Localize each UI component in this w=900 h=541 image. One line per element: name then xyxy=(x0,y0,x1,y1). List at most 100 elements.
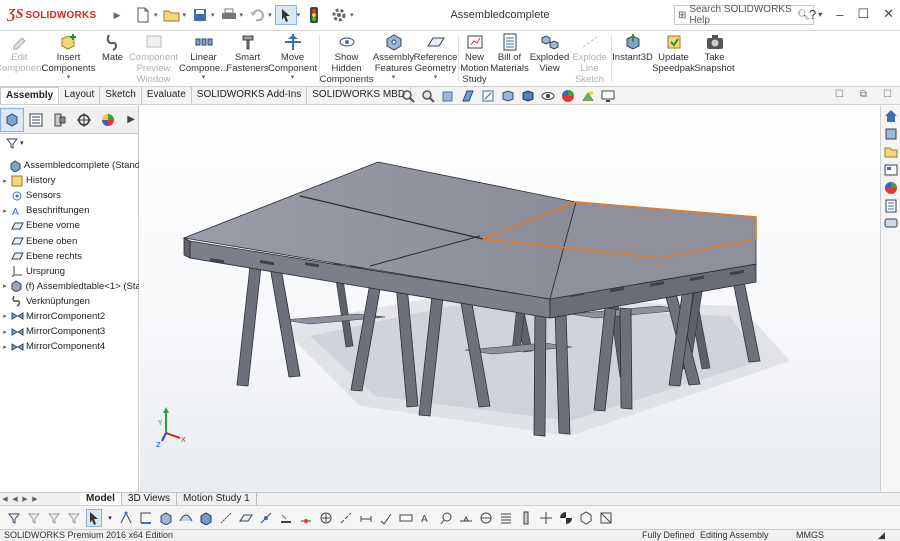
first-tab-icon[interactable]: ◀ xyxy=(0,495,10,503)
appearances-icon[interactable] xyxy=(883,180,899,196)
filter-blocks-icon[interactable] xyxy=(598,509,614,527)
dropdown-arrow-icon[interactable]: ▾ xyxy=(67,74,71,81)
filter-surface-finish-icon[interactable] xyxy=(378,509,394,527)
display-manager-tab-icon[interactable] xyxy=(96,108,120,132)
bottom-tab-motion-study-1[interactable]: Motion Study 1 xyxy=(177,493,257,505)
viewport-restore-icon[interactable]: ☐ xyxy=(835,89,844,100)
filter-center-marks-icon[interactable] xyxy=(318,509,334,527)
assembly-features-button[interactable]: Assembly Features ▾ xyxy=(373,31,415,86)
view-settings-icon[interactable] xyxy=(600,89,616,103)
filter-edges-icon[interactable] xyxy=(138,509,154,527)
options-gear-icon[interactable] xyxy=(328,5,350,25)
tree-item[interactable]: ▸ MirrorComponent2 xyxy=(0,309,139,324)
insert-components-button[interactable]: Insert Components ▾ xyxy=(40,31,98,86)
bottom-tab-model[interactable]: Model xyxy=(80,493,122,505)
filter-vertices-icon[interactable] xyxy=(118,509,134,527)
filter-weld-symbols-icon[interactable] xyxy=(458,509,474,527)
filter-toolbar-icon[interactable] xyxy=(6,509,22,527)
more-tabs-icon[interactable]: ▶ xyxy=(127,114,135,125)
filter-axes-icon[interactable] xyxy=(218,509,234,527)
help-search-input[interactable]: ⊞ Search SOLIDWORKS Help 🔍︎ xyxy=(674,4,814,26)
view-orientation-icon[interactable] xyxy=(500,89,516,103)
exploded-view-button[interactable]: Exploded View xyxy=(530,31,570,86)
filter-notes-icon[interactable]: A xyxy=(418,509,434,527)
hide-show-items-icon[interactable] xyxy=(540,89,556,103)
propertymanager-tab-icon[interactable] xyxy=(24,108,48,132)
previous-view-icon[interactable] xyxy=(440,89,456,103)
tree-item[interactable]: Sensors xyxy=(0,188,139,203)
filter-sketch-points-icon[interactable] xyxy=(258,509,274,527)
design-library-icon[interactable] xyxy=(883,126,899,142)
unit-system[interactable]: MMGS xyxy=(796,530,824,540)
solidworks-resources-icon[interactable] xyxy=(883,108,899,124)
solidworks-logo[interactable]: ƷS SOLIDWORKS xyxy=(0,7,112,23)
tree-item[interactable]: Verknüpfungen xyxy=(0,294,139,309)
reference-geometry-button[interactable]: Reference Geometry ▾ xyxy=(414,31,457,86)
file-explorer-icon[interactable] xyxy=(883,144,899,160)
tab-evaluate[interactable]: Evaluate xyxy=(142,87,192,104)
new-dropdown-icon[interactable]: ▾ xyxy=(154,11,158,19)
linear-compone-button[interactable]: Linear Compone... ▾ xyxy=(179,31,228,86)
solidworks-forum-icon[interactable] xyxy=(883,216,899,232)
toggle-filter-icon[interactable] xyxy=(66,509,82,527)
next-tab-icon[interactable]: ▶ xyxy=(20,495,30,503)
clear-filter-icon[interactable] xyxy=(26,509,42,527)
dropdown-arrow-icon[interactable]: ▾ xyxy=(392,74,396,81)
expand-arrow-icon[interactable]: ▸ xyxy=(0,207,10,215)
tree-item[interactable]: ▸ (f) Assembledtable<1> (Sta xyxy=(0,279,139,294)
tab-solidworks-mbd[interactable]: SOLIDWORKS MBD xyxy=(307,87,412,104)
expand-arrow-icon[interactable]: ▸ xyxy=(0,312,10,320)
maximize-icon[interactable]: ☐ xyxy=(857,6,869,22)
dropdown-arrow-icon[interactable]: ▾ xyxy=(202,74,206,81)
smart-fasteners-button[interactable]: Smart Fasteners xyxy=(226,31,269,86)
viewport-maximize-icon[interactable]: ☐ xyxy=(883,89,892,100)
select-mode-icon[interactable] xyxy=(86,508,102,527)
select-mode-dropdown-icon[interactable]: ▾ xyxy=(106,509,114,527)
save-icon[interactable] xyxy=(189,5,211,25)
table-assembly-model[interactable]: Y X Z xyxy=(140,106,880,492)
bottom-tab-3d-views[interactable]: 3D Views xyxy=(122,493,177,505)
show-hidden-components-button[interactable]: Show Hidden Components xyxy=(320,31,373,86)
new-document-icon[interactable] xyxy=(132,5,154,25)
zoom-to-fit-icon[interactable] xyxy=(400,89,416,103)
filter-cosmetic-threads-icon[interactable] xyxy=(498,509,514,527)
filter-planes-icon[interactable] xyxy=(238,509,254,527)
dropdown-arrow-icon[interactable]: ▾ xyxy=(434,74,438,81)
save-dropdown-icon[interactable]: ▾ xyxy=(211,11,215,19)
filter-balloons-icon[interactable] xyxy=(438,509,454,527)
move-component-button[interactable]: Move Component ▾ xyxy=(268,31,318,86)
display-style-icon[interactable] xyxy=(520,89,536,103)
filter-dropdown-icon[interactable]: ▾ xyxy=(20,139,24,147)
apply-scene-icon[interactable] xyxy=(580,89,596,103)
tab-solidworks-add-ins[interactable]: SOLIDWORKS Add-Ins xyxy=(192,87,308,104)
last-tab-icon[interactable]: ▶ xyxy=(30,495,40,503)
view-palette-icon[interactable] xyxy=(883,162,899,178)
rebuild-icon[interactable] xyxy=(303,5,325,25)
filter-dowel-pin-icon[interactable] xyxy=(518,509,534,527)
close-icon[interactable]: ✕ xyxy=(883,6,894,22)
expand-arrow-icon[interactable]: ▸ xyxy=(0,177,10,185)
filter-solid-bodies-icon[interactable] xyxy=(198,509,214,527)
instant3d-button[interactable]: Instant3D xyxy=(612,31,653,86)
options-dropdown-icon[interactable]: ▾ xyxy=(350,11,354,19)
take-snapshot-button[interactable]: Take Snapshot xyxy=(694,31,735,86)
bill-of-materials-button[interactable]: Bill of Materials xyxy=(490,31,530,86)
expand-arrow-icon[interactable]: ▸ xyxy=(0,343,10,351)
update-speedpak-button[interactable]: Update Speedpak xyxy=(652,31,695,86)
help-dropdown-icon[interactable]: ▾ xyxy=(818,10,822,19)
featuremanager-tab-icon[interactable] xyxy=(0,107,24,132)
prev-tab-icon[interactable]: ◀ xyxy=(10,495,20,503)
print-icon[interactable] xyxy=(218,5,240,25)
configurationmanager-tab-icon[interactable] xyxy=(48,108,72,132)
tab-sketch[interactable]: Sketch xyxy=(100,87,142,104)
filter-datum-targets-icon[interactable] xyxy=(478,509,494,527)
explode-line-sketch-button[interactable]: Explode Line Sketch xyxy=(570,31,610,86)
filter-geometric-tolerance-icon[interactable] xyxy=(398,509,414,527)
filter-midpoints-icon[interactable] xyxy=(298,509,314,527)
edit-component-button[interactable]: Edit Component xyxy=(0,31,44,86)
edit-appearance-icon[interactable] xyxy=(560,89,576,103)
tab-assembly[interactable]: Assembly xyxy=(0,87,60,104)
filter-connection-points-icon[interactable] xyxy=(538,509,554,527)
filter-faces-icon[interactable] xyxy=(158,509,174,527)
section-view-icon[interactable] xyxy=(460,89,476,103)
